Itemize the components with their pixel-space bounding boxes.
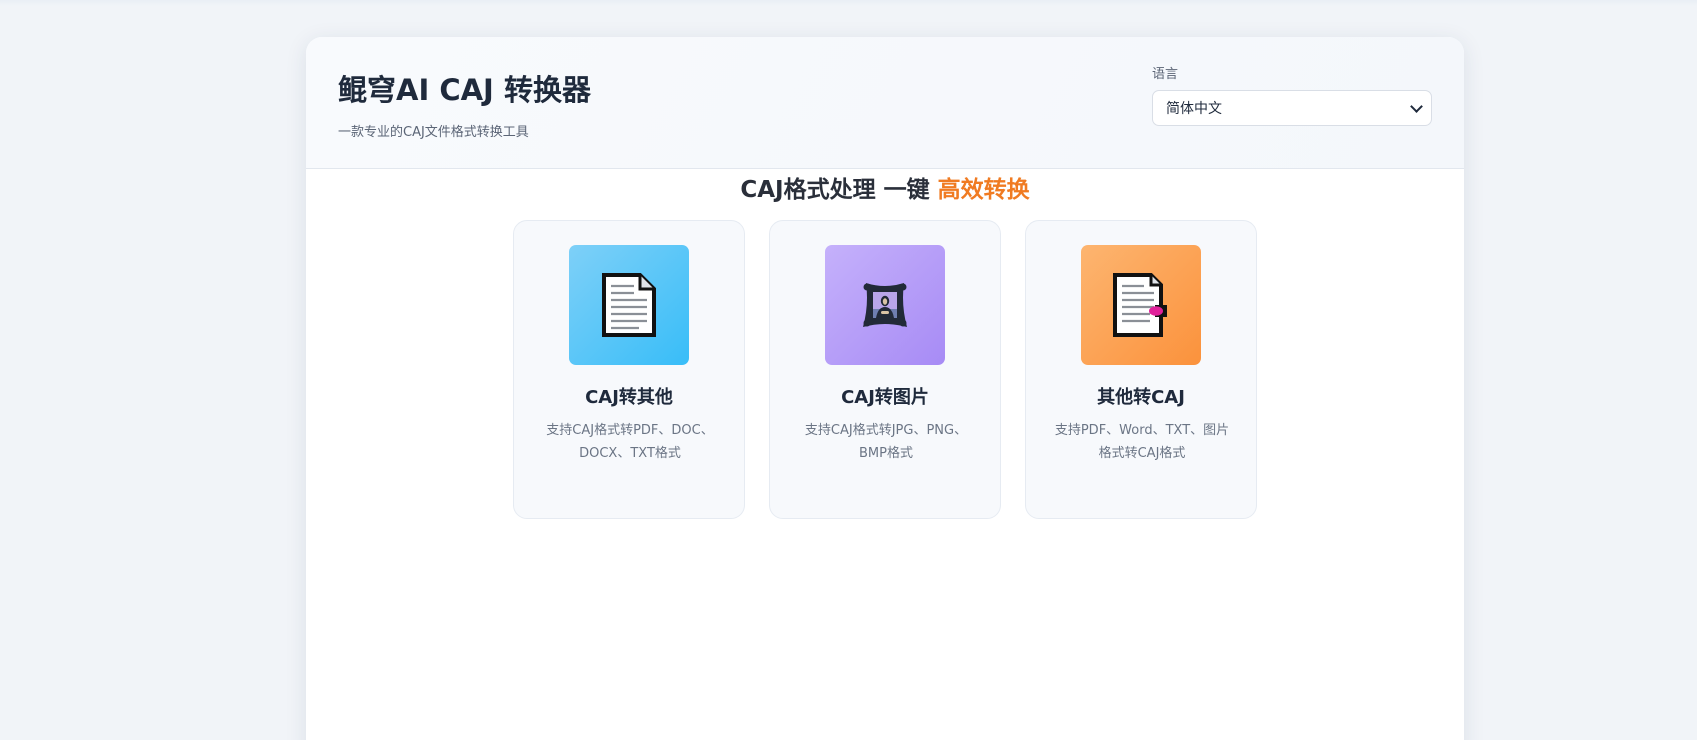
hero-headline-text: CAJ格式处理 一键 bbox=[740, 177, 938, 203]
card-title: 其他转CAJ bbox=[1097, 387, 1185, 408]
card-description: 支持PDF、Word、TXT、图片格式转CAJ格式 bbox=[1054, 423, 1230, 461]
language-label: 语言 bbox=[1152, 67, 1179, 82]
card-description: 支持CAJ格式转JPG、PNG、BMP格式 bbox=[804, 423, 968, 461]
document-icon bbox=[602, 273, 656, 337]
chevron-down-icon bbox=[1410, 99, 1423, 113]
language-select[interactable]: 简体中文 bbox=[1152, 90, 1432, 126]
language-select-value: 简体中文 bbox=[1166, 101, 1222, 117]
card-icon-tile bbox=[569, 245, 689, 365]
hero-headline: CAJ格式处理 一键 高效转换 bbox=[306, 170, 1464, 204]
card-other-to-caj[interactable]: 其他转CAJ 支持PDF、Word、TXT、图片格式转CAJ格式 bbox=[1025, 220, 1257, 519]
app-container: 鲲穹AI CAJ 转换器 一款专业的CAJ文件格式转换工具 语言 简体中文 CA… bbox=[306, 37, 1464, 740]
card-description: 支持CAJ格式转PDF、DOC、DOCX、TXT格式 bbox=[546, 423, 714, 461]
card-caj-to-other[interactable]: CAJ转其他 支持CAJ格式转PDF、DOC、DOCX、TXT格式 bbox=[513, 220, 745, 519]
page: 鲲穹AI CAJ 转换器 一款专业的CAJ文件格式转换工具 语言 简体中文 CA… bbox=[0, 0, 1697, 740]
card-icon-tile bbox=[1081, 245, 1201, 365]
card-title: CAJ转其他 bbox=[585, 387, 673, 408]
card-icon-tile bbox=[825, 245, 945, 365]
card-caj-to-image[interactable]: CAJ转图片 支持CAJ格式转JPG、PNG、BMP格式 bbox=[769, 220, 1001, 519]
framed-picture-icon bbox=[863, 283, 907, 327]
app-subtitle: 一款专业的CAJ文件格式转换工具 bbox=[338, 125, 529, 140]
top-strip bbox=[0, 0, 1697, 6]
app-title: 鲲穹AI CAJ 转换器 bbox=[338, 73, 591, 107]
app-header: 鲲穹AI CAJ 转换器 一款专业的CAJ文件格式转换工具 语言 简体中文 bbox=[306, 37, 1464, 169]
hero-headline-accent: 高效转换 bbox=[937, 177, 1030, 203]
card-title: CAJ转图片 bbox=[841, 387, 929, 408]
feature-cards: CAJ转其他 支持CAJ格式转PDF、DOC、DOCX、TXT格式 CAJ转图片… bbox=[513, 220, 1257, 519]
bookmarked-document-icon bbox=[1113, 273, 1167, 337]
